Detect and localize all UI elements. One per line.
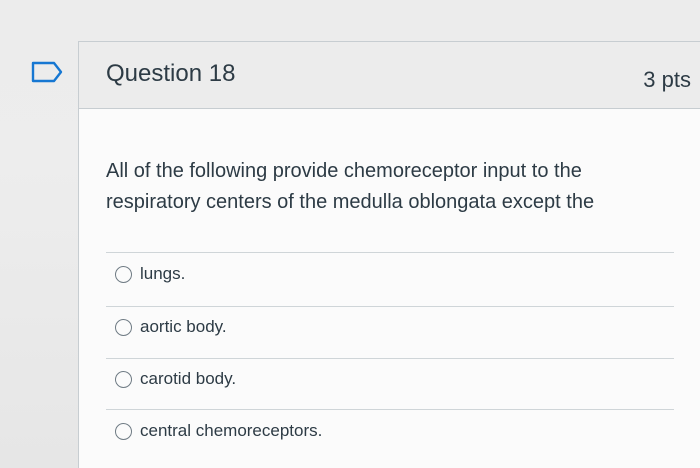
answer-label: carotid body. xyxy=(140,369,237,388)
answer-separator xyxy=(106,252,674,253)
question-card: Question 18 3 pts All of the following p… xyxy=(78,41,700,468)
answer-label: aortic body. xyxy=(140,317,227,336)
answer-label: lungs. xyxy=(140,264,186,283)
quiz-page: Question 18 3 pts All of the following p… xyxy=(0,0,700,468)
answer-separator xyxy=(106,306,674,307)
radio-button[interactable] xyxy=(115,422,132,440)
radio-button[interactable] xyxy=(115,318,132,336)
question-text: All of the following provide chemorecept… xyxy=(106,160,595,213)
answer-option-lungs[interactable]: lungs. xyxy=(115,260,185,288)
answer-separator xyxy=(106,409,674,410)
answer-option-central-chemoreceptors[interactable]: central chemoreceptors. xyxy=(115,417,322,445)
bookmark-flag-icon[interactable] xyxy=(30,61,64,83)
radio-button[interactable] xyxy=(115,265,132,283)
answer-separator xyxy=(106,358,674,359)
radio-button[interactable] xyxy=(115,370,132,388)
question-points: 3 pts xyxy=(643,67,691,92)
answer-option-aortic-body[interactable]: aortic body. xyxy=(115,313,227,341)
question-header: Question 18 3 pts xyxy=(79,42,700,109)
answer-option-carotid-body[interactable]: carotid body. xyxy=(115,365,236,393)
question-title: Question 18 xyxy=(106,60,236,87)
answer-label: central chemoreceptors. xyxy=(140,421,323,440)
